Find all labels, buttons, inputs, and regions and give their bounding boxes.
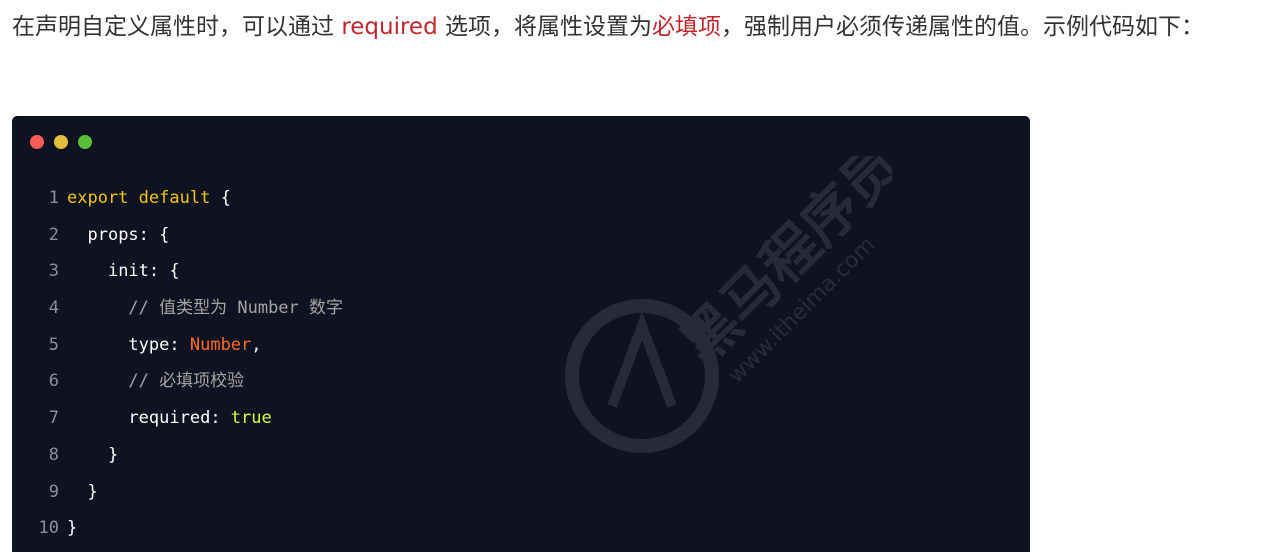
code-line: 9 } <box>12 474 1030 511</box>
code-line: 8 } <box>12 437 1030 474</box>
code-text: // 必填项校验 <box>67 363 244 400</box>
code-text: } <box>67 437 118 474</box>
line-number: 9 <box>48 481 59 502</box>
close-dot-icon <box>30 135 44 149</box>
code-line: 3 init: { <box>12 253 1030 290</box>
minimize-dot-icon <box>54 135 68 149</box>
code-line: 6 // 必填项校验 <box>12 363 1030 400</box>
line-number: 1 <box>48 188 59 208</box>
code-line: 2 props: { <box>12 217 1030 254</box>
code-token: true <box>230 408 272 429</box>
code-line: 7 required: true <box>12 400 1030 437</box>
code-lines: 1 export default {2 props: {3 init: {4 //… <box>12 180 1030 547</box>
line-number: 10 <box>38 518 59 539</box>
code-text: } <box>67 510 77 547</box>
code-token: : { <box>148 261 180 282</box>
line-number: 2 <box>48 224 59 245</box>
line-number: 8 <box>48 444 59 465</box>
code-line: 10} <box>12 510 1030 547</box>
code-token: } <box>107 444 119 465</box>
code-token: { <box>210 188 231 208</box>
code-line: 4 // 值类型为 Number 数字 <box>12 290 1030 327</box>
code-text: required: true <box>67 400 272 437</box>
code-block: 黑马程序员 www.itheima.com 1 export default {2… <box>12 116 1030 552</box>
intro-keyword-required: required <box>341 14 438 40</box>
maximize-dot-icon <box>78 135 92 149</box>
code-token: default <box>138 188 211 208</box>
code-token: } <box>87 481 98 502</box>
code-token: : { <box>138 224 170 245</box>
code-line: 5 type: Number, <box>12 327 1030 364</box>
code-text: props: { <box>67 217 169 254</box>
code-token: props <box>87 224 139 245</box>
line-number: 7 <box>48 408 59 429</box>
code-token: Number <box>189 334 252 355</box>
intro-paragraph: 在声明自定义属性时，可以通过 required 选项，将属性设置为必填项，强制用… <box>12 6 1257 48</box>
code-token: : <box>210 408 231 429</box>
line-number: 5 <box>48 334 59 355</box>
code-token: init <box>107 261 149 282</box>
line-number: 6 <box>48 371 59 392</box>
intro-highlight-required-field: 必填项 <box>652 14 721 40</box>
code-token: export <box>67 188 129 208</box>
code-text: export default { <box>67 180 231 217</box>
code-line: 1 export default { <box>12 180 1030 217</box>
intro-text-after: ，强制用户必须传递属性的值。示例代码如下： <box>721 14 1204 40</box>
code-token: } <box>67 518 78 539</box>
code-token: required <box>128 408 211 429</box>
intro-text-middle: 选项，将属性设置为 <box>437 14 652 40</box>
code-token: // 必填项校验 <box>128 371 245 392</box>
code-text: init: { <box>67 253 180 290</box>
code-token: : <box>169 334 190 355</box>
code-token: , <box>251 334 262 355</box>
code-text: // 值类型为 Number 数字 <box>67 290 343 327</box>
code-token: type <box>128 334 170 355</box>
code-text: } <box>67 474 98 511</box>
line-number: 3 <box>48 261 59 282</box>
line-number: 4 <box>48 298 59 319</box>
code-text: type: Number, <box>67 327 262 364</box>
intro-text-before: 在声明自定义属性时，可以通过 <box>12 14 342 40</box>
code-token: // 值类型为 Number 数字 <box>128 298 344 319</box>
